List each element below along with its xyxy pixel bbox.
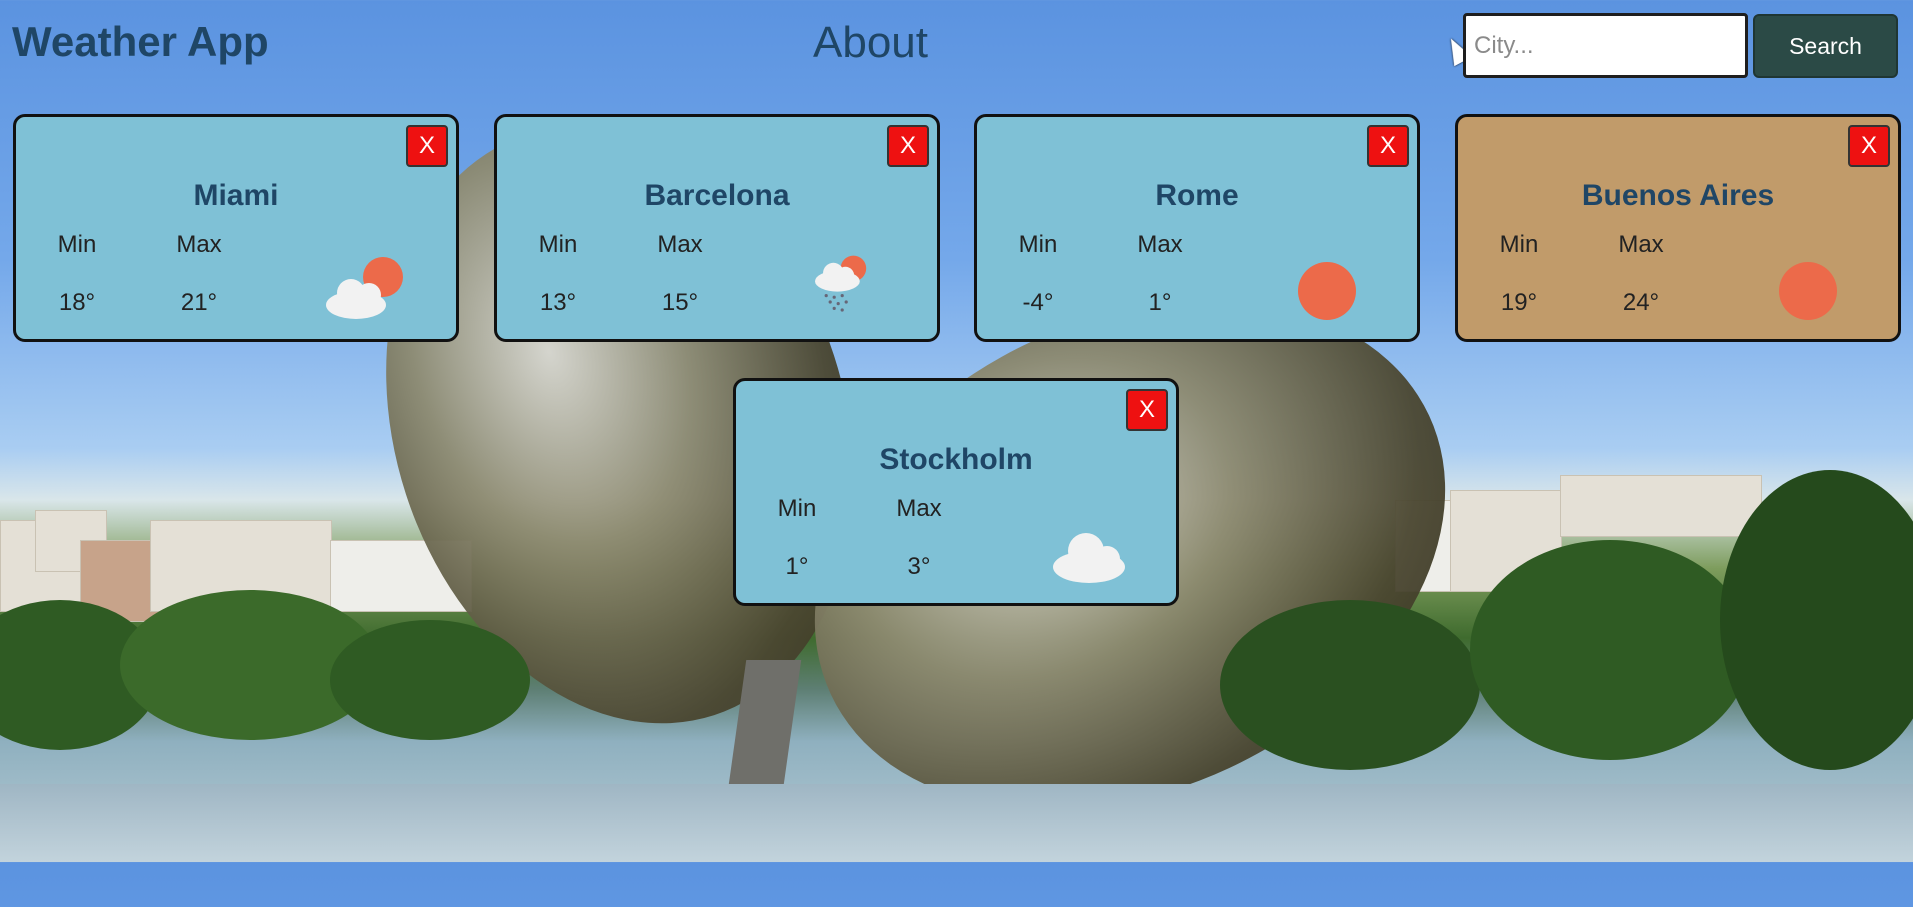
- close-card-button[interactable]: X: [887, 125, 929, 167]
- min-temp: 1°: [785, 553, 809, 580]
- city-name: Rome: [1155, 179, 1239, 212]
- max-label: Max: [176, 231, 222, 258]
- weather-card-buenos-aires: X Buenos Aires Min Max 19° 24°: [1455, 114, 1901, 342]
- max-temp: 1°: [1148, 289, 1172, 316]
- min-temp: 19°: [1500, 289, 1538, 316]
- sun-behind-cloud-icon: [326, 257, 403, 319]
- weather-card-barcelona: X Barcelona Min Max 13° 15°: [494, 114, 940, 342]
- nav-about-link[interactable]: About: [813, 18, 928, 68]
- max-label: Max: [1137, 231, 1183, 258]
- close-card-button[interactable]: X: [1367, 125, 1409, 167]
- min-label: Min: [538, 231, 578, 258]
- max-temp: 24°: [1622, 289, 1660, 316]
- app-title: Weather App: [12, 18, 269, 65]
- min-temp: -4°: [1022, 289, 1054, 316]
- city-name: Buenos Aires: [1581, 179, 1775, 212]
- max-temp: 3°: [907, 553, 931, 580]
- sun-icon: [1779, 262, 1837, 320]
- cloud-icon: [1053, 533, 1125, 583]
- max-label: Max: [657, 231, 703, 258]
- close-card-button[interactable]: X: [1126, 389, 1168, 431]
- close-card-button[interactable]: X: [1848, 125, 1890, 167]
- city-name: Miami: [193, 179, 279, 212]
- rain-cloud-sun-icon: [815, 255, 867, 312]
- min-label: Min: [1499, 231, 1539, 258]
- sun-icon: [1298, 262, 1356, 320]
- weather-card-miami: X Miami Min Max 18° 21°: [13, 114, 459, 342]
- max-temp: 15°: [661, 289, 699, 316]
- weather-card-stockholm: X Stockholm Min Max 1° 3°: [733, 378, 1179, 606]
- min-label: Min: [57, 231, 97, 258]
- min-temp: 18°: [58, 289, 96, 316]
- min-label: Min: [777, 495, 817, 522]
- search-button[interactable]: Search: [1753, 14, 1898, 78]
- city-search-input[interactable]: [1463, 13, 1748, 78]
- min-label: Min: [1018, 231, 1058, 258]
- max-label: Max: [896, 495, 942, 522]
- close-card-button[interactable]: X: [406, 125, 448, 167]
- city-name: Barcelona: [644, 179, 790, 212]
- top-bar: Weather App About Search: [0, 0, 1913, 86]
- min-temp: 13°: [539, 289, 577, 316]
- max-label: Max: [1618, 231, 1664, 258]
- max-temp: 21°: [180, 289, 218, 316]
- weather-card-rome: X Rome Min Max -4° 1°: [974, 114, 1420, 342]
- city-name: Stockholm: [879, 443, 1033, 476]
